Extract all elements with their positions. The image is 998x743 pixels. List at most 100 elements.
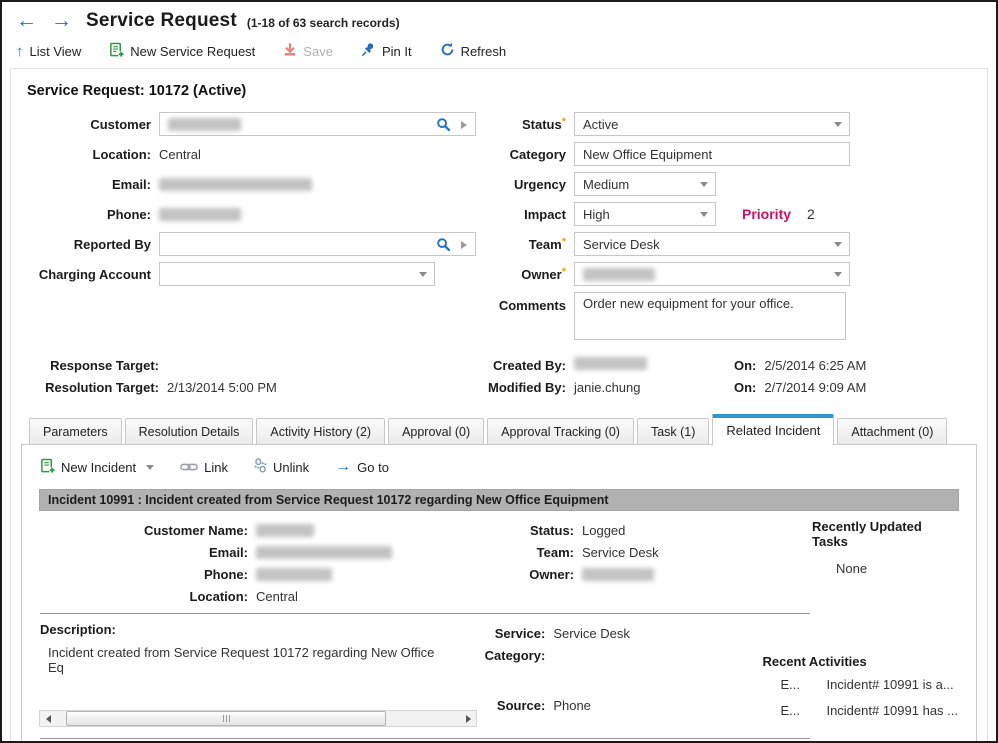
toolbar: ↑ List View New Service Request [2,36,996,68]
incident-team-value: Service Desk [582,545,659,560]
scroll-right-icon[interactable] [460,711,476,726]
scrollbar-track[interactable] [56,711,460,726]
status-value: Active [583,117,618,132]
modified-on-label: On: [734,380,756,395]
tab-parameters[interactable]: Parameters [29,418,122,444]
comments-textarea[interactable]: Order new equipment for your office. [574,292,846,340]
phone-value-redacted [159,208,241,221]
form-right-column: Status* Active Category New Office Equip… [476,109,977,340]
unlink-icon [254,458,267,476]
expand-arrow-icon[interactable] [461,241,467,249]
incident-category-label: Category: [451,648,545,663]
incident-owner-redacted [582,568,654,581]
goto-arrow-icon: → [335,458,351,476]
tab-approval[interactable]: Approval (0) [388,418,484,444]
status-label: Status* [476,117,566,132]
impact-select[interactable]: High [574,202,716,226]
tab-approval-tracking[interactable]: Approval Tracking (0) [487,418,634,444]
incident-service-label: Service: [451,626,545,641]
save-button[interactable]: Save [283,42,333,60]
tab-bar: Parameters Resolution Details Activity H… [29,414,977,444]
charging-account-label: Charging Account [21,267,151,282]
created-on-label: On: [734,358,756,373]
activity-row[interactable]: E... Incident# 10991 has ... [762,703,958,721]
related-incident-panel: New Incident Link [21,444,977,741]
activity-text: Incident# 10991 has ... [826,703,958,721]
refresh-button[interactable]: Refresh [440,42,507,60]
pin-it-button[interactable]: Pin It [361,42,412,60]
comments-label: Comments [476,292,566,313]
incident-description-section: Description: Incident created from Servi… [40,622,958,721]
impact-value: High [583,207,610,222]
tab-related-incident[interactable]: Related Incident [712,414,834,445]
search-icon[interactable] [436,117,451,135]
customer-value-redacted [168,118,241,131]
owner-label: Owner* [476,267,566,282]
expand-arrow-icon[interactable] [461,121,467,129]
link-button[interactable]: Link [180,460,228,475]
modified-by-label: Modified By: [476,380,566,395]
pin-it-label: Pin It [382,44,412,59]
goto-button[interactable]: → Go to [335,458,389,476]
unlink-label: Unlink [273,460,309,475]
priority-display: Priority 2 [742,206,815,222]
new-incident-button[interactable]: New Incident [40,458,154,477]
list-view-button[interactable]: ↑ List View [16,43,81,60]
customer-label: Customer [21,117,151,132]
incident-details: Customer Name: Email: Phone: Location: C… [40,519,958,607]
related-incident-toolbar: New Incident Link [40,454,976,480]
activity-type: E... [762,677,808,695]
incident-customer-name-redacted [256,524,314,537]
targets-section: Response Target: Resolution Target: 2/13… [21,354,977,398]
service-request-window: ← → Service Request (1-18 of 63 search r… [0,0,998,743]
new-incident-label: New Incident [61,460,136,475]
urgency-select[interactable]: Medium [574,172,716,196]
chevron-down-icon [834,242,842,247]
customer-input[interactable] [159,112,476,136]
form-title: Service Request: 10172 (Active) [27,83,977,99]
search-icon[interactable] [436,237,451,255]
horizontal-scrollbar[interactable] [39,710,477,727]
reported-by-label: Reported By [21,237,151,252]
tab-resolution-details[interactable]: Resolution Details [125,418,254,444]
description-column: Description: Incident created from Servi… [40,622,451,721]
owner-value-redacted [583,268,655,281]
scrollbar-thumb[interactable] [66,711,386,726]
description-label: Description: [40,622,451,637]
team-select[interactable]: Service Desk [574,232,850,256]
category-input[interactable]: New Office Equipment [574,142,850,166]
status-select[interactable]: Active [574,112,850,136]
email-value-redacted [159,178,312,191]
activity-row[interactable]: E... Incident# 10991 is a... [762,677,958,695]
incident-email-label: Email: [40,545,248,560]
incident-location-value: Central [256,589,298,604]
phone-label: Phone: [21,207,151,222]
audit-section: Created By: On: 2/5/2014 6:25 AM Modifie… [476,354,977,398]
bottom-divider [40,738,810,739]
owner-select[interactable] [574,262,850,286]
forward-icon[interactable]: → [51,10,72,31]
charging-account-select[interactable] [159,262,435,286]
new-service-request-button[interactable]: New Service Request [109,42,255,61]
incident-email-redacted [256,546,392,559]
pushpin-icon [361,42,376,60]
refresh-icon [440,42,455,60]
chevron-down-icon [834,122,842,127]
incident-header-bar[interactable]: Incident 10991 : Incident created from S… [39,489,959,511]
unlink-button[interactable]: Unlink [254,458,309,476]
incident-service-value: Service Desk [553,626,630,641]
tab-attachment[interactable]: Attachment (0) [837,418,947,444]
link-icon [180,460,198,475]
back-icon[interactable]: ← [16,10,37,31]
new-document-icon [109,42,124,61]
tab-activity-history[interactable]: Activity History (2) [256,418,385,444]
tab-task[interactable]: Task (1) [637,418,709,444]
reported-by-input[interactable] [159,232,476,256]
category-value: New Office Equipment [583,147,712,162]
recently-updated-tasks-header: Recently Updated Tasks [812,519,958,549]
scroll-left-icon[interactable] [40,711,56,726]
recent-activities-header: Recent Activities [762,654,958,669]
incident-owner-label: Owner: [480,567,574,582]
modified-by-value: janie.chung [574,380,734,395]
chevron-down-icon [700,212,708,217]
